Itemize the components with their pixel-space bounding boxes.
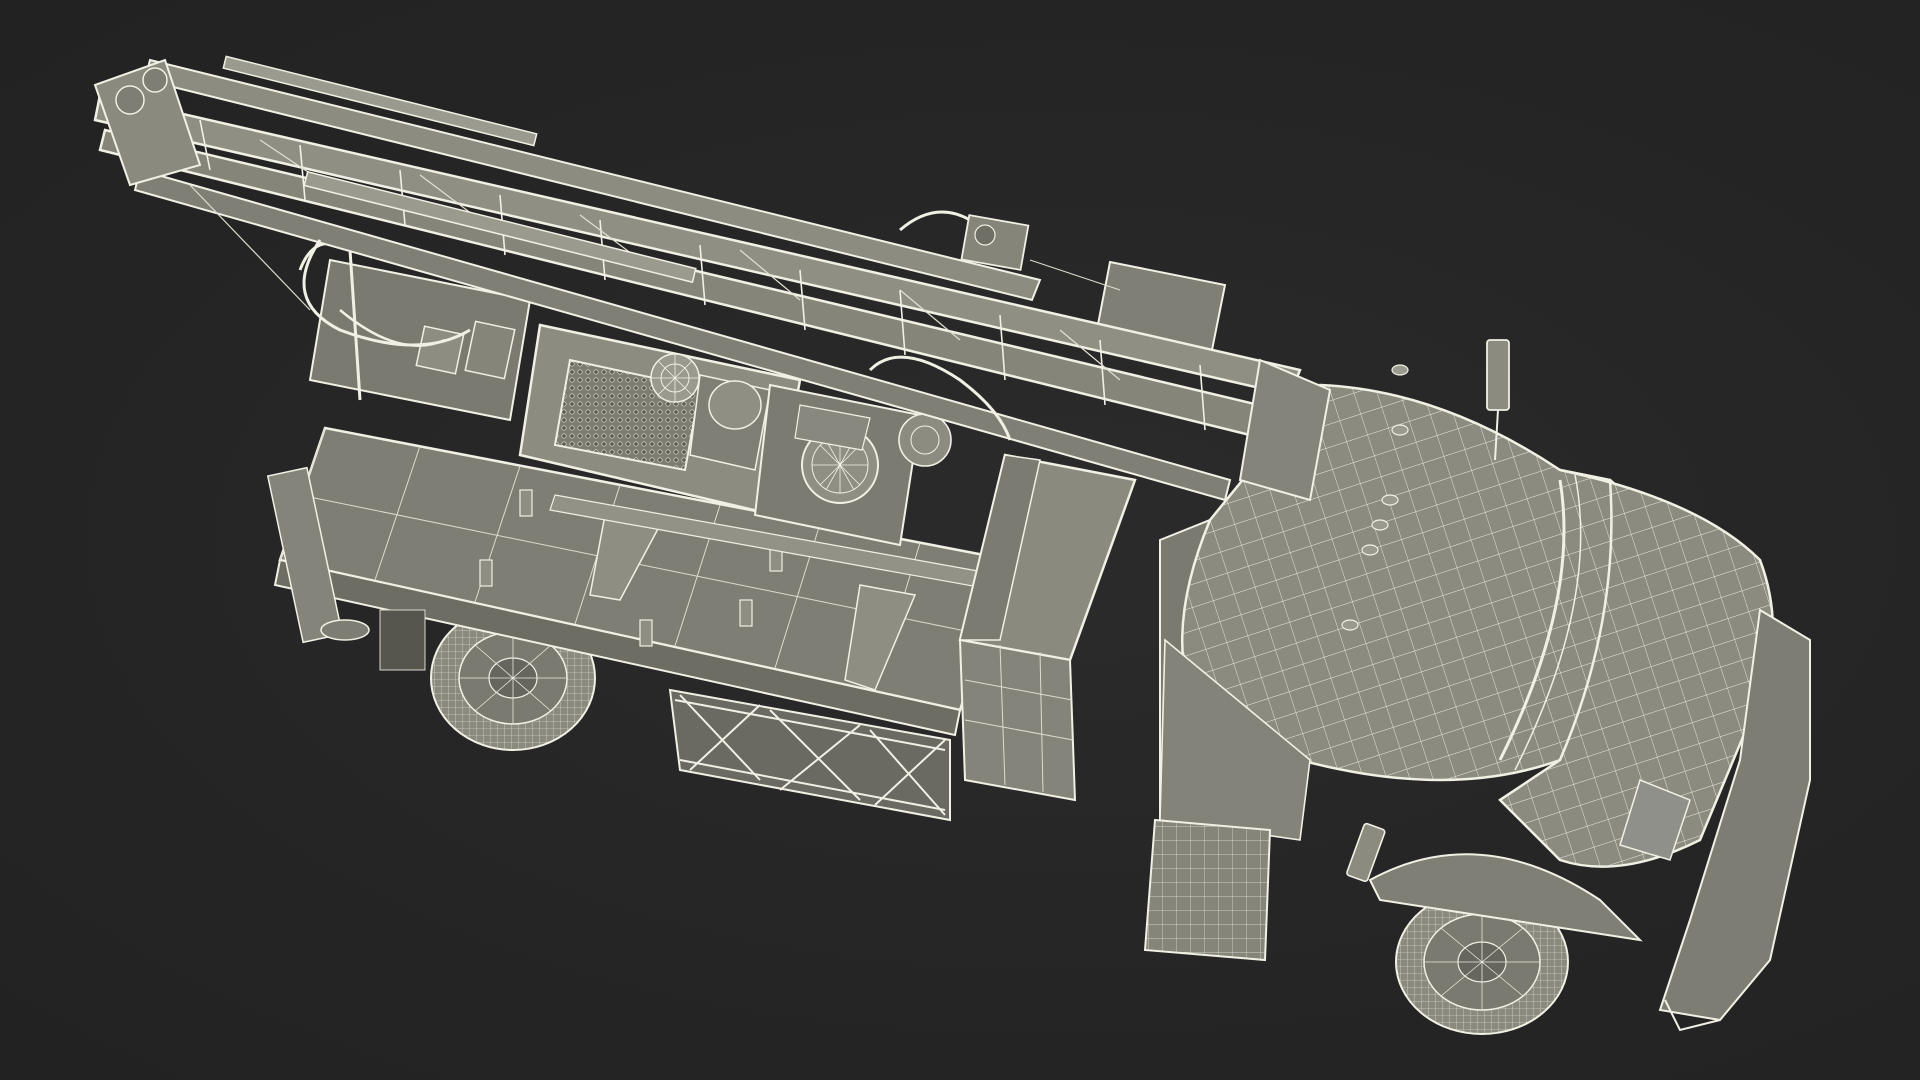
truck-wireframe-render — [93, 55, 1811, 1035]
toolbox — [958, 453, 1137, 802]
render-viewport — [0, 0, 1920, 1080]
